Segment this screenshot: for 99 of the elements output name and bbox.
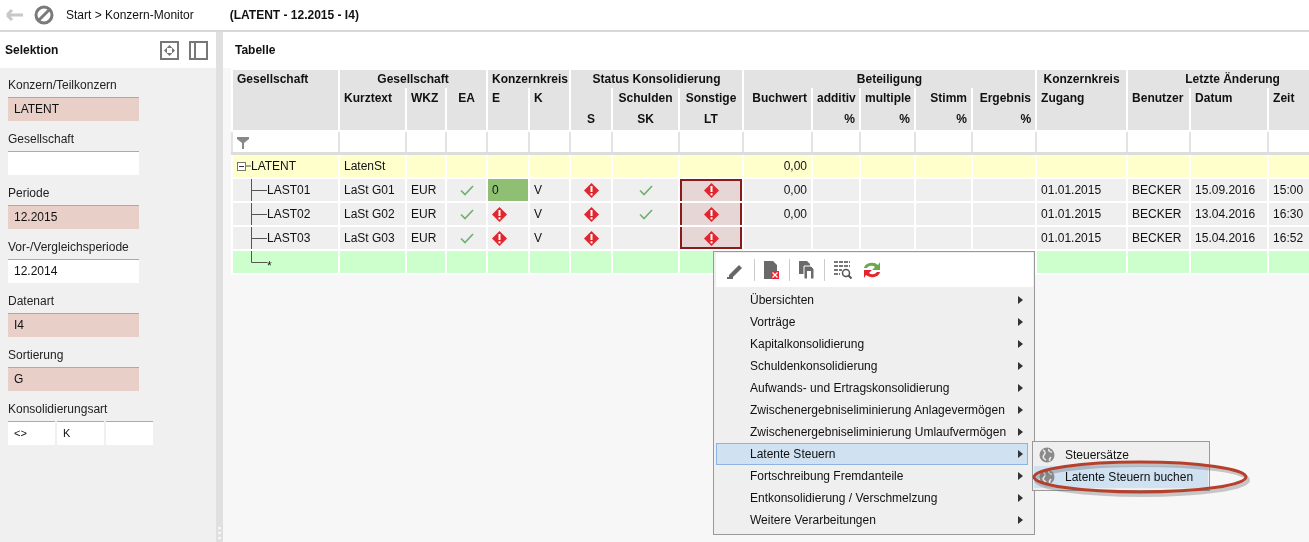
tree-label: LATENT	[251, 159, 297, 173]
column-header[interactable]: Schulden SK	[612, 88, 679, 131]
column-header[interactable]: additiv %	[812, 88, 860, 131]
error-icon	[703, 230, 719, 246]
tree-label: LAST01	[267, 183, 311, 197]
menu-item[interactable]: Weitere Verarbeitungen	[716, 509, 1028, 531]
input-field[interactable]	[106, 421, 153, 445]
menu-item[interactable]: Vorträge	[716, 311, 1028, 333]
tree-cell[interactable]: LAST03	[232, 226, 339, 250]
field-label: Periode	[8, 186, 51, 200]
tree-cell[interactable]: LATENT	[232, 153, 339, 178]
copy-icon[interactable]	[798, 260, 816, 280]
menu-item[interactable]: Übersichten	[716, 289, 1028, 311]
tree-cell[interactable]: *	[232, 250, 339, 274]
tree-line	[251, 204, 267, 224]
filter-cell[interactable]	[232, 131, 339, 154]
table-cell: 01.01.2015	[1036, 178, 1128, 202]
panel-title: Tabelle	[235, 43, 277, 57]
column-header[interactable]: multiple %	[860, 88, 915, 131]
menu-item[interactable]: Zwischenergebniseliminierung Anlagevermögen	[716, 399, 1028, 421]
error-icon	[703, 182, 719, 198]
input-field[interactable]: K	[57, 421, 104, 445]
delete-document-icon[interactable]	[763, 260, 781, 280]
check-icon	[459, 233, 474, 245]
column-header[interactable]: Kurztext	[339, 88, 406, 131]
input-field[interactable]: G	[8, 367, 139, 391]
menu-item[interactable]: Kapitalkonsolidierung	[716, 333, 1028, 355]
column-group-header: Konzernkreis	[487, 69, 570, 88]
cancel-icon[interactable]	[34, 5, 54, 25]
menu-item[interactable]: Latente Steuern buchen	[1034, 466, 1208, 488]
column-group-header: Konzernkreis	[1036, 69, 1128, 88]
tree-cell[interactable]: LAST01	[232, 178, 339, 202]
column-header[interactable]: Buchwert	[743, 88, 812, 131]
tree-line	[251, 180, 267, 200]
column-header[interactable]: Sonstige LT	[679, 88, 743, 131]
input-field[interactable]: <>	[8, 421, 55, 445]
check-icon	[459, 209, 474, 221]
error-icon	[492, 206, 507, 222]
menu-item[interactable]: Zwischenergebniseliminierung Umlaufvermögen	[716, 421, 1028, 443]
column-group-header: Status Konsolidierung	[570, 69, 743, 88]
column-header[interactable]: Gesellschaft	[232, 69, 339, 131]
maximize-icon[interactable]	[160, 40, 179, 60]
column-group-header: Beteiligung	[743, 69, 1037, 88]
input-field[interactable]: 12.2014	[8, 259, 139, 283]
field-label: Sortierung	[8, 348, 65, 362]
menu-item[interactable]: Fortschreibung Fremdanteile	[716, 465, 1028, 487]
context-title: (LATENT - 12.2015 - I4)	[229, 8, 359, 22]
error-icon	[583, 182, 599, 198]
breadcrumb: Start > Konzern-Monitor	[66, 8, 194, 22]
error-icon	[703, 206, 719, 222]
column-header[interactable]: Benutzer	[1127, 88, 1191, 131]
column-header[interactable]: EA	[446, 88, 487, 131]
tree-label: LAST02	[267, 207, 311, 221]
check-icon	[638, 209, 653, 221]
panel-icon[interactable]	[189, 40, 208, 60]
field-label: Konsolidierungsart	[8, 402, 109, 416]
tree-cell[interactable]: LAST02	[232, 202, 339, 226]
menu-item[interactable]: Aufwands- und Ertragskonsolidierung	[716, 377, 1028, 399]
column-header[interactable]: K	[529, 88, 570, 131]
field-label: Konzern/Teilkonzern	[8, 78, 118, 92]
error-icon	[583, 206, 599, 222]
globe-icon	[1039, 447, 1055, 463]
menu-item[interactable]: Entkonsolidierung / Verschmelzung	[716, 487, 1028, 509]
column-header[interactable]: Ergebnis %	[972, 88, 1037, 131]
tree-line	[251, 228, 267, 248]
menu-item[interactable]: Schuldenkonsolidierung	[716, 355, 1028, 377]
field-label: Datenart	[8, 294, 56, 308]
tree-line	[246, 165, 251, 167]
back-arrow-icon[interactable]	[6, 9, 24, 21]
table-cell: 01.01.2015	[1036, 202, 1128, 226]
column-header[interactable]: E	[487, 88, 529, 131]
input-field[interactable]: I4	[8, 313, 139, 337]
collapse-icon[interactable]	[237, 161, 246, 171]
column-header[interactable]: Zeit	[1268, 88, 1309, 131]
column-header[interactable]: S	[570, 88, 612, 131]
column-header[interactable]: Datum	[1190, 88, 1269, 131]
menu-item[interactable]: Latente Steuern	[716, 443, 1028, 465]
field-label: Vor-/Vergleichsperiode	[8, 240, 130, 254]
check-icon	[459, 185, 474, 197]
column-group-header: Letzte Änderung	[1127, 69, 1309, 88]
field-label: Gesellschaft	[8, 132, 76, 146]
table-search-icon[interactable]	[833, 260, 853, 280]
check-icon	[638, 185, 653, 197]
table-cell: 01.01.2015	[1036, 226, 1128, 250]
column-header[interactable]: Zugang	[1036, 88, 1128, 131]
column-header[interactable]: Stimm %	[915, 88, 972, 131]
column-header[interactable]: WKZ	[406, 88, 446, 131]
error-icon	[492, 230, 507, 246]
tree-line	[251, 252, 267, 263]
panel-title: Selektion	[5, 43, 60, 57]
tree-label: *	[267, 259, 272, 272]
input-field[interactable]	[8, 151, 139, 175]
globe-icon	[1039, 469, 1055, 485]
tree-label: LAST03	[267, 231, 311, 245]
filter-icon[interactable]	[237, 136, 249, 149]
input-field[interactable]: LATENT	[8, 97, 139, 121]
column-group-header: Gesellschaft	[339, 69, 487, 88]
error-icon	[583, 230, 599, 246]
input-field[interactable]: 12.2015	[8, 205, 139, 229]
